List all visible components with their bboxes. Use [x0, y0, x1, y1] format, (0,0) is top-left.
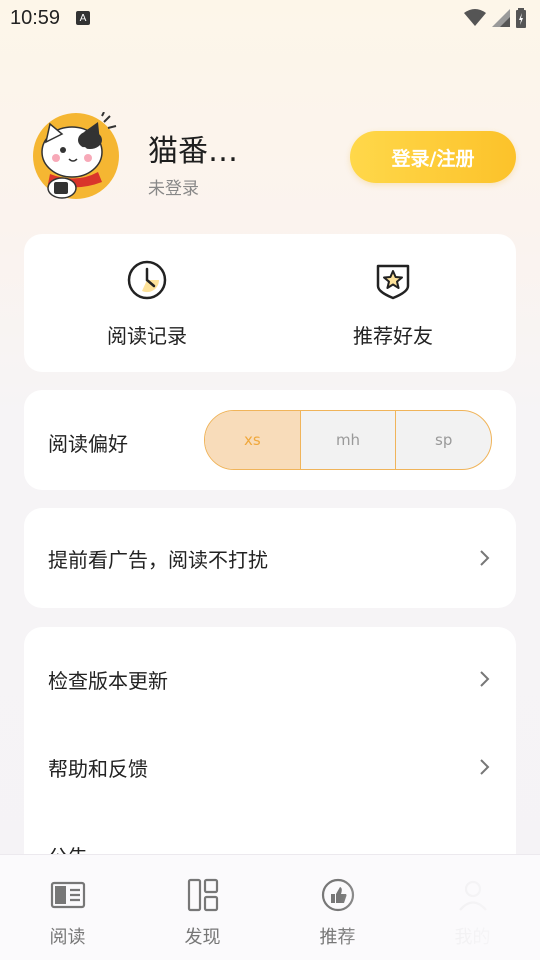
ad-free-card: 提前看广告，阅读不打扰: [24, 508, 516, 608]
watch-ad-row[interactable]: 提前看广告，阅读不打扰: [24, 518, 516, 598]
chevron-right-icon: [480, 671, 490, 687]
help-feedback-label: 帮助和反馈: [48, 756, 148, 781]
status-icons: [464, 8, 526, 28]
recommend-friend-label: 推荐好友: [353, 324, 433, 348]
check-update-label: 检查版本更新: [48, 668, 168, 693]
check-update-row[interactable]: 检查版本更新: [24, 639, 516, 719]
star-badge-icon: [376, 264, 410, 300]
login-status: 未登录: [148, 179, 199, 199]
tab-bar-fade-overlay: [340, 855, 540, 960]
login-register-button[interactable]: 登录/注册: [350, 131, 516, 183]
preference-option-xs[interactable]: xs: [205, 411, 301, 469]
reading-preference-card: 阅读偏好 xs mh sp: [24, 390, 516, 490]
nickname: 猫番…: [148, 134, 238, 169]
quick-actions-card: 阅读记录 推荐好友: [24, 234, 516, 372]
cat-avatar-icon[interactable]: [32, 112, 120, 200]
grid-icon: [187, 878, 218, 912]
preference-option-sp[interactable]: sp: [396, 411, 491, 469]
profile-header: 猫番… 未登录 登录/注册: [32, 112, 516, 202]
reading-history-button[interactable]: 阅读记录: [24, 258, 270, 358]
watch-ad-label: 提前看广告，阅读不打扰: [48, 547, 268, 572]
preference-segmented-control: xs mh sp: [204, 410, 492, 470]
signal-icon: [492, 9, 510, 27]
status-time: 10:59: [10, 6, 61, 29]
tab-discover[interactable]: 发现: [135, 855, 270, 960]
chevron-right-icon: [480, 759, 490, 775]
reading-history-label: 阅读记录: [107, 324, 187, 348]
tab-discover-label: 发现: [184, 927, 221, 948]
tab-read[interactable]: 阅读: [0, 855, 135, 960]
battery-icon: [516, 8, 526, 28]
preference-option-mh[interactable]: mh: [301, 411, 397, 469]
status-bar: 10:59 A: [0, 0, 540, 36]
help-feedback-row[interactable]: 帮助和反馈: [24, 727, 516, 807]
chevron-right-icon: [480, 550, 490, 566]
notification-a-icon: A: [76, 11, 91, 25]
bottom-tab-bar: 阅读 发现 推荐 我的: [0, 854, 540, 960]
clock-icon: [127, 260, 167, 300]
recommend-friend-button[interactable]: 推荐好友: [270, 258, 516, 358]
wifi-icon: [464, 9, 486, 26]
book-icon: [50, 881, 85, 909]
reading-preference-label: 阅读偏好: [48, 432, 128, 456]
tab-read-label: 阅读: [49, 927, 86, 948]
